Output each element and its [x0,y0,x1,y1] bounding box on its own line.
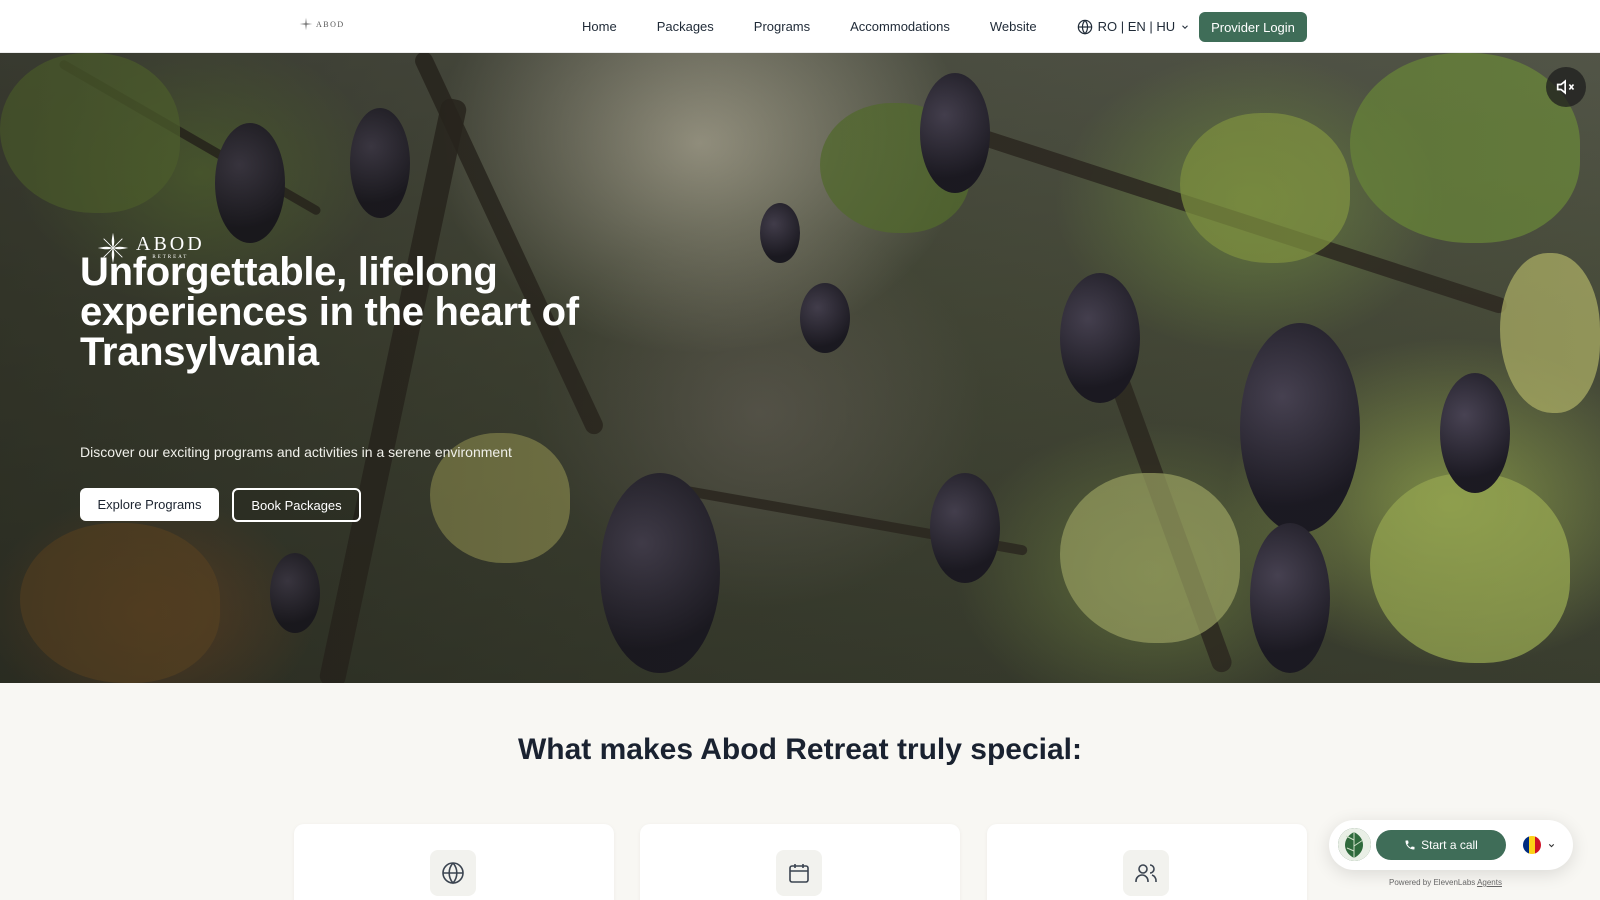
globe-icon [442,862,464,885]
agent-avatar [1338,828,1371,861]
voice-agent-widget: Start a call [1329,820,1573,870]
language-selector[interactable]: RO | EN | HU [1077,19,1191,35]
abod-logo-icon [299,17,313,31]
romania-flag-icon [1522,836,1541,854]
feature-card [294,824,614,900]
leaf-avatar-icon [1338,828,1371,861]
agents-link[interactable]: Agents [1477,878,1502,887]
start-call-button[interactable]: Start a call [1376,830,1506,860]
start-call-label: Start a call [1421,838,1478,852]
nav-link-packages[interactable]: Packages [657,19,714,34]
users-icon [1135,864,1157,882]
powered-by-text: Powered by ElevenLabs Agents [1389,878,1502,887]
nav-logo-text: ABOD [316,19,345,29]
nav-link-home[interactable]: Home [582,19,617,34]
nav-link-accommodations[interactable]: Accommodations [850,19,950,34]
mute-button[interactable] [1546,67,1586,107]
nav-links: Home Packages Programs Accommodations We… [582,0,1220,53]
feature-card [987,824,1307,900]
volume-mute-icon [1556,79,1575,95]
language-label: RO | EN | HU [1097,19,1176,34]
feature-card [640,824,960,900]
nav-logo[interactable]: ABOD [299,17,345,31]
nav-link-programs[interactable]: Programs [754,19,810,34]
top-navbar: ABOD Home Packages Programs Accommodatio… [0,0,1600,53]
explore-programs-button[interactable]: Explore Programs [80,488,219,521]
chevron-down-icon [1548,843,1554,847]
powered-by-label: Powered by ElevenLabs [1389,878,1476,887]
phone-icon [1405,840,1415,850]
globe-icon [1077,19,1092,35]
calendar-icon [789,864,809,883]
section-title: What makes Abod Retreat truly special: [517,733,1083,766]
language-flag-selector[interactable] [1515,830,1563,860]
nav-link-website[interactable]: Website [990,19,1037,34]
provider-login-button[interactable]: Provider Login [1199,12,1307,42]
hero-title: Unforgettable, lifelong experiences in t… [80,250,579,374]
book-packages-button[interactable]: Book Packages [232,488,361,522]
feature-icon-box [430,850,476,896]
chevron-down-icon [1182,24,1189,29]
feature-icon-box [1123,850,1169,896]
feature-icon-box [776,850,822,896]
hero-subtitle: Discover our exciting programs and activ… [80,444,512,460]
